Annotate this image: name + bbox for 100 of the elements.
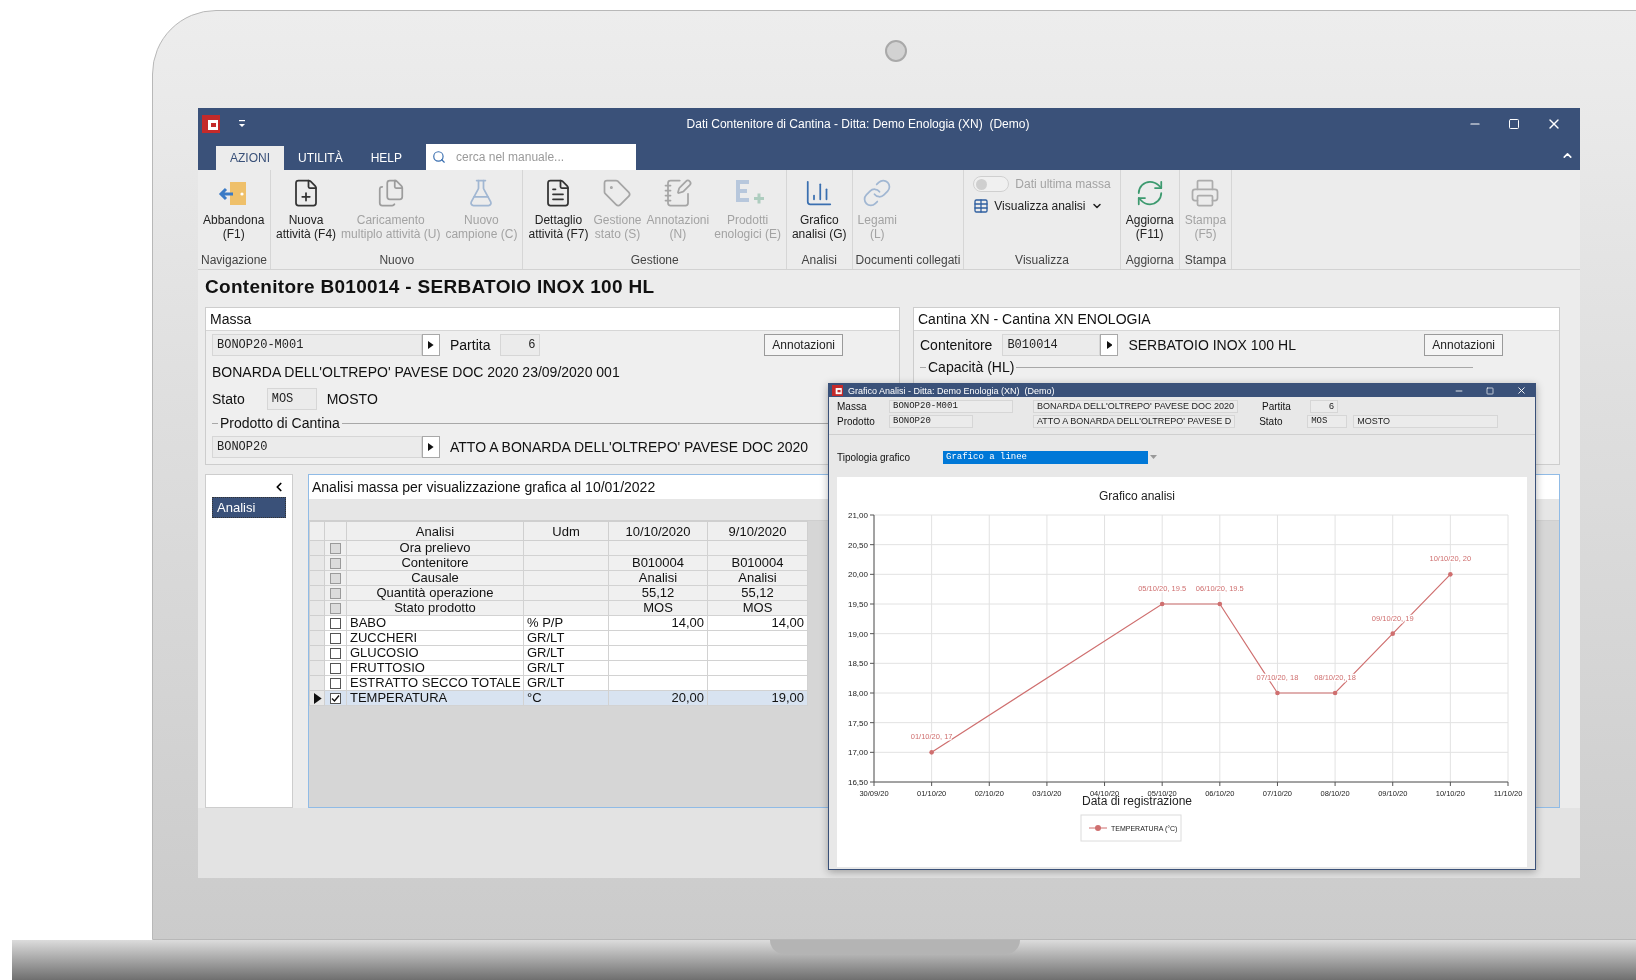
product-description: ATTO A BONARDA DELL'OLTREPO' PAVESE DOC 2020: [450, 439, 809, 455]
toggle-label: Dati ultima massa: [1015, 177, 1111, 191]
tick-label: 19,00: [847, 629, 868, 639]
massa-code-field: BONOP20-M001: [889, 400, 1013, 414]
checkbox[interactable]: [330, 632, 341, 644]
search-field[interactable]: cerca nel manuale...: [426, 144, 637, 170]
checkbox[interactable]: [330, 557, 341, 569]
ribbon-button[interactable]: Grafico analisi (G): [789, 174, 849, 253]
ribbon-tab[interactable]: HELP: [356, 146, 417, 170]
lookup-button[interactable]: [422, 334, 440, 356]
panel-header: Cantina XN - Cantina XN ENOLOGIA: [914, 308, 1559, 331]
checkbox[interactable]: [330, 587, 341, 599]
dropdown-button[interactable]: Visualizza analisi: [973, 198, 1111, 214]
data-point: [1332, 690, 1338, 696]
close-icon[interactable]: [1516, 385, 1527, 397]
product-description-field: ATTO A BONARDA DELL'OLTREPO' PAVESE D: [1033, 415, 1236, 429]
sidebar-item[interactable]: Analisi: [212, 497, 286, 518]
lookup-button[interactable]: [1100, 334, 1119, 356]
tick-label: 20,50: [847, 540, 868, 550]
app-logo-icon: [832, 385, 843, 397]
tick-label: 16,50: [847, 778, 868, 787]
ribbon-group-label: Stampa: [1183, 253, 1228, 267]
field-label: Partita: [450, 337, 491, 353]
table-icon: [973, 198, 990, 214]
stato-field[interactable]: MOS: [266, 388, 317, 410]
ribbon-group-label: Analisi: [800, 253, 838, 267]
app-logo-icon: [202, 115, 220, 133]
maximize-icon[interactable]: [1486, 386, 1494, 395]
data-point: [1390, 631, 1396, 636]
column-header: 10/10/2020: [608, 521, 708, 541]
field-label: Massa: [837, 401, 868, 413]
camera: [885, 40, 907, 62]
field-label: Prodotto: [837, 416, 876, 428]
field-label: Stato: [212, 391, 245, 407]
tick-label: 18,00: [847, 689, 868, 698]
field-label: Tipologia grafico: [837, 451, 911, 463]
data-point: [929, 750, 934, 755]
printer-icon: [1190, 178, 1221, 208]
container-description: SERBATOIO INOX 100 HL: [1128, 337, 1296, 353]
data-point: [1217, 601, 1223, 607]
checkbox[interactable]: [330, 662, 341, 674]
field-label: Stato: [1259, 416, 1284, 428]
ribbon-group-label: Documenti collegati: [855, 253, 961, 267]
tick-label: 17,00: [847, 748, 868, 758]
tick-label: 17,50: [847, 718, 868, 728]
partita-field: 6: [1310, 400, 1338, 414]
ribbon-group-label: Visualizza: [1014, 253, 1070, 267]
checkbox[interactable]: [330, 692, 341, 704]
data-point: [1275, 690, 1280, 696]
partita-field[interactable]: 6: [500, 334, 541, 356]
triangle-icon: [1106, 341, 1113, 349]
notebook-pen-icon: [662, 178, 693, 208]
search-input[interactable]: cerca nel manuale...: [454, 149, 625, 165]
column-header: Analisi: [346, 521, 524, 541]
ribbon-tab[interactable]: UTILITÀ: [284, 146, 357, 170]
ribbon-button[interactable]: Nuova attività (F4): [274, 174, 339, 253]
massa-description: BONARDA DELL'OLTREPO' PAVESE DOC 2020 23/09/2020 001: [212, 364, 620, 380]
ribbon-group-label: Nuovo: [378, 253, 416, 267]
notes-button[interactable]: Annotazioni: [764, 334, 843, 356]
triangle-icon: [428, 341, 434, 349]
lookup-button[interactable]: [422, 436, 440, 458]
stato-field: MOS: [1307, 415, 1348, 429]
group-label: Prodotto di Cantina: [220, 415, 340, 431]
product-code-field: BONOP20: [889, 415, 973, 429]
checkbox[interactable]: [330, 602, 341, 614]
link-icon: [862, 178, 893, 208]
massa-description-field: BONARDA DELL'OLTREPO' PAVESE DOC 2020: [1033, 400, 1238, 414]
field-label: Contenitore: [920, 337, 993, 353]
ribbon-button[interactable]: Aggiorna (F11): [1123, 174, 1176, 253]
stato-description: MOSTO: [326, 391, 378, 407]
notes-button[interactable]: Annotazioni: [1424, 334, 1503, 356]
tick-label: 20,00: [847, 570, 868, 580]
group-label: Capacità (HL): [928, 359, 1015, 375]
ribbon-group-label: Aggiorna: [1124, 253, 1175, 267]
massa-code-field[interactable]: BONOP20-M001: [212, 334, 422, 356]
ribbon-group-label: Gestione: [629, 253, 680, 267]
checkbox[interactable]: [330, 572, 341, 584]
maximize-icon[interactable]: [1508, 118, 1520, 130]
current-row-icon: [314, 692, 322, 704]
checkbox[interactable]: [330, 542, 341, 554]
product-code-field[interactable]: BONOP20: [212, 436, 422, 458]
panel-header: Massa: [206, 308, 899, 331]
dialog-title: Grafico Analisi - Ditta: Demo Enologia (XN) (Demo): [848, 385, 1056, 396]
container-code-field[interactable]: B010014: [1002, 334, 1101, 356]
checkbox[interactable]: [330, 647, 341, 659]
tick-label: 21,00: [847, 511, 868, 520]
search-icon: [432, 150, 447, 164]
page-title: Contenitore B010014 - SERBATOIO INOX 100 HL: [205, 276, 656, 298]
ribbon-button[interactable]: Abbandona (F1): [201, 174, 267, 253]
window-title: Dati Contenitore di Cantina - Ditta: Demo Enologia (XN) (Demo): [685, 117, 1031, 131]
ribbon-tab[interactable]: AZIONI: [216, 146, 284, 170]
dropdown-arrow-icon: [1150, 454, 1157, 460]
ribbon-button[interactable]: Dettaglio attività (F7): [526, 174, 591, 253]
field-label: Partita: [1262, 401, 1292, 413]
data-point: [1448, 572, 1453, 577]
column-header: Udm: [523, 521, 609, 541]
checkbox[interactable]: [330, 617, 341, 629]
quick-access-icon[interactable]: [236, 118, 248, 130]
checkbox[interactable]: [330, 677, 341, 689]
triangle-icon: [428, 443, 434, 451]
